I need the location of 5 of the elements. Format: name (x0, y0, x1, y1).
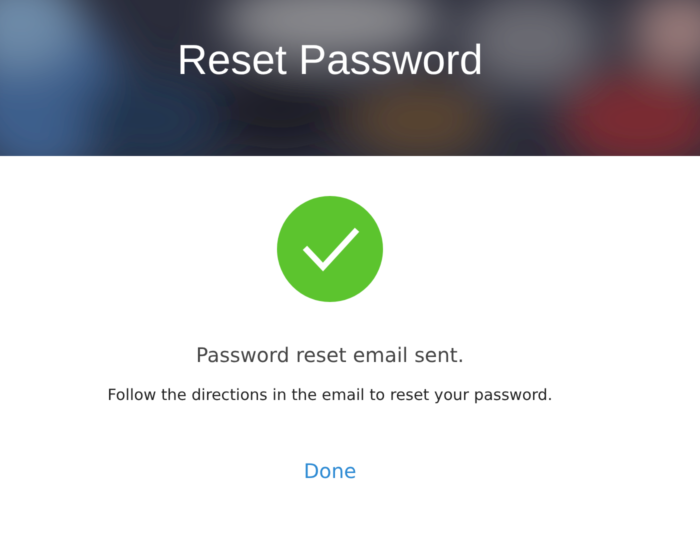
done-link[interactable]: Done (304, 458, 356, 484)
checkmark-icon (277, 196, 383, 302)
page-title: Reset Password (177, 35, 483, 85)
status-details: Follow the directions in the email to reset your password. (108, 385, 552, 406)
status-message: Password reset email sent. (196, 342, 464, 368)
